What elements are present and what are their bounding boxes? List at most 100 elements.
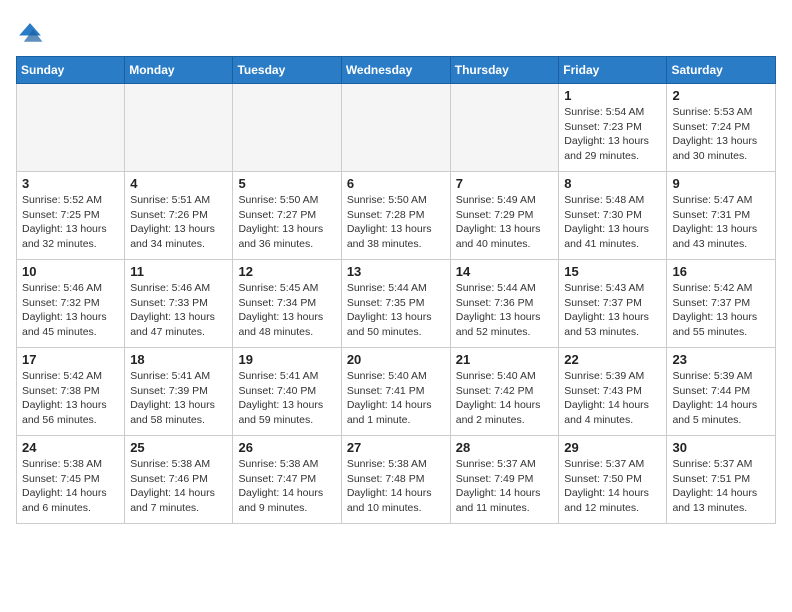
day-number: 26 bbox=[238, 440, 335, 455]
calendar-table: SundayMondayTuesdayWednesdayThursdayFrid… bbox=[16, 56, 776, 524]
calendar-cell: 25 Sunrise: 5:38 AM Sunset: 7:46 PM Dayli… bbox=[125, 436, 233, 524]
day-info: Sunrise: 5:46 AM Sunset: 7:32 PM Dayligh… bbox=[22, 281, 119, 340]
calendar-cell: 23 Sunrise: 5:39 AM Sunset: 7:44 PM Dayli… bbox=[667, 348, 776, 436]
calendar-cell: 5Sunrise: 5:50 AM Sunset: 7:27 PM Daylig… bbox=[233, 172, 341, 260]
day-number: 14 bbox=[456, 264, 554, 279]
calendar-cell: 26 Sunrise: 5:38 AM Sunset: 7:47 PM Dayli… bbox=[233, 436, 341, 524]
calendar-cell: 19 Sunrise: 5:41 AM Sunset: 7:40 PM Dayli… bbox=[233, 348, 341, 436]
logo-icon bbox=[16, 20, 44, 48]
day-info: Sunrise: 5:53 AM Sunset: 7:24 PM Dayligh… bbox=[672, 105, 770, 164]
weekday-header-saturday: Saturday bbox=[667, 57, 776, 84]
day-number: 10 bbox=[22, 264, 119, 279]
calendar-cell: 28 Sunrise: 5:37 AM Sunset: 7:49 PM Dayli… bbox=[450, 436, 559, 524]
calendar-cell: 22 Sunrise: 5:39 AM Sunset: 7:43 PM Dayli… bbox=[559, 348, 667, 436]
calendar-week-2: 10 Sunrise: 5:46 AM Sunset: 7:32 PM Dayli… bbox=[17, 260, 776, 348]
day-info: Sunrise: 5:38 AM Sunset: 7:47 PM Dayligh… bbox=[238, 457, 335, 516]
day-number: 23 bbox=[672, 352, 770, 367]
weekday-header-wednesday: Wednesday bbox=[341, 57, 450, 84]
day-number: 2 bbox=[672, 88, 770, 103]
calendar-header-row: SundayMondayTuesdayWednesdayThursdayFrid… bbox=[17, 57, 776, 84]
calendar-cell: 10 Sunrise: 5:46 AM Sunset: 7:32 PM Dayli… bbox=[17, 260, 125, 348]
calendar-cell: 13 Sunrise: 5:44 AM Sunset: 7:35 PM Dayli… bbox=[341, 260, 450, 348]
calendar-cell: 21Sunrise: 5:40 AM Sunset: 7:42 PM Dayli… bbox=[450, 348, 559, 436]
day-info: Sunrise: 5:39 AM Sunset: 7:44 PM Dayligh… bbox=[672, 369, 770, 428]
day-info: Sunrise: 5:51 AM Sunset: 7:26 PM Dayligh… bbox=[130, 193, 227, 252]
day-number: 15 bbox=[564, 264, 661, 279]
day-info: Sunrise: 5:44 AM Sunset: 7:36 PM Dayligh… bbox=[456, 281, 554, 340]
calendar-cell: 14 Sunrise: 5:44 AM Sunset: 7:36 PM Dayli… bbox=[450, 260, 559, 348]
day-info: Sunrise: 5:43 AM Sunset: 7:37 PM Dayligh… bbox=[564, 281, 661, 340]
day-info: Sunrise: 5:41 AM Sunset: 7:40 PM Dayligh… bbox=[238, 369, 335, 428]
calendar-week-0: 1 Sunrise: 5:54 AM Sunset: 7:23 PM Daylig… bbox=[17, 84, 776, 172]
day-number: 1 bbox=[564, 88, 661, 103]
day-number: 4 bbox=[130, 176, 227, 191]
calendar-body: 1 Sunrise: 5:54 AM Sunset: 7:23 PM Daylig… bbox=[17, 84, 776, 524]
calendar-cell: 18 Sunrise: 5:41 AM Sunset: 7:39 PM Dayli… bbox=[125, 348, 233, 436]
day-info: Sunrise: 5:54 AM Sunset: 7:23 PM Dayligh… bbox=[564, 105, 661, 164]
calendar-cell: 3 Sunrise: 5:52 AM Sunset: 7:25 PM Daylig… bbox=[17, 172, 125, 260]
day-number: 5 bbox=[238, 176, 335, 191]
day-info: Sunrise: 5:48 AM Sunset: 7:30 PM Dayligh… bbox=[564, 193, 661, 252]
day-number: 19 bbox=[238, 352, 335, 367]
calendar-week-4: 24 Sunrise: 5:38 AM Sunset: 7:45 PM Dayli… bbox=[17, 436, 776, 524]
calendar-cell: 27 Sunrise: 5:38 AM Sunset: 7:48 PM Dayli… bbox=[341, 436, 450, 524]
day-info: Sunrise: 5:44 AM Sunset: 7:35 PM Dayligh… bbox=[347, 281, 445, 340]
day-number: 27 bbox=[347, 440, 445, 455]
calendar-cell: 9 Sunrise: 5:47 AM Sunset: 7:31 PM Daylig… bbox=[667, 172, 776, 260]
day-info: Sunrise: 5:49 AM Sunset: 7:29 PM Dayligh… bbox=[456, 193, 554, 252]
weekday-header-monday: Monday bbox=[125, 57, 233, 84]
day-info: Sunrise: 5:37 AM Sunset: 7:50 PM Dayligh… bbox=[564, 457, 661, 516]
calendar-cell: 30 Sunrise: 5:37 AM Sunset: 7:51 PM Dayli… bbox=[667, 436, 776, 524]
day-info: Sunrise: 5:37 AM Sunset: 7:51 PM Dayligh… bbox=[672, 457, 770, 516]
calendar-cell bbox=[17, 84, 125, 172]
day-info: Sunrise: 5:47 AM Sunset: 7:31 PM Dayligh… bbox=[672, 193, 770, 252]
day-info: Sunrise: 5:38 AM Sunset: 7:48 PM Dayligh… bbox=[347, 457, 445, 516]
day-number: 9 bbox=[672, 176, 770, 191]
calendar-cell: 8 Sunrise: 5:48 AM Sunset: 7:30 PM Daylig… bbox=[559, 172, 667, 260]
day-number: 7 bbox=[456, 176, 554, 191]
day-info: Sunrise: 5:50 AM Sunset: 7:28 PM Dayligh… bbox=[347, 193, 445, 252]
calendar-cell: 24 Sunrise: 5:38 AM Sunset: 7:45 PM Dayli… bbox=[17, 436, 125, 524]
day-number: 8 bbox=[564, 176, 661, 191]
logo bbox=[16, 20, 48, 48]
day-number: 25 bbox=[130, 440, 227, 455]
day-number: 22 bbox=[564, 352, 661, 367]
weekday-header-friday: Friday bbox=[559, 57, 667, 84]
day-number: 3 bbox=[22, 176, 119, 191]
calendar-cell bbox=[450, 84, 559, 172]
day-number: 30 bbox=[672, 440, 770, 455]
calendar-cell: 6Sunrise: 5:50 AM Sunset: 7:28 PM Daylig… bbox=[341, 172, 450, 260]
day-info: Sunrise: 5:39 AM Sunset: 7:43 PM Dayligh… bbox=[564, 369, 661, 428]
calendar-cell bbox=[233, 84, 341, 172]
day-info: Sunrise: 5:37 AM Sunset: 7:49 PM Dayligh… bbox=[456, 457, 554, 516]
day-info: Sunrise: 5:41 AM Sunset: 7:39 PM Dayligh… bbox=[130, 369, 227, 428]
day-info: Sunrise: 5:42 AM Sunset: 7:37 PM Dayligh… bbox=[672, 281, 770, 340]
calendar-cell: 16 Sunrise: 5:42 AM Sunset: 7:37 PM Dayli… bbox=[667, 260, 776, 348]
day-number: 28 bbox=[456, 440, 554, 455]
calendar-cell: 1 Sunrise: 5:54 AM Sunset: 7:23 PM Daylig… bbox=[559, 84, 667, 172]
page-header bbox=[16, 16, 776, 48]
calendar-cell bbox=[341, 84, 450, 172]
day-info: Sunrise: 5:38 AM Sunset: 7:45 PM Dayligh… bbox=[22, 457, 119, 516]
calendar-week-1: 3 Sunrise: 5:52 AM Sunset: 7:25 PM Daylig… bbox=[17, 172, 776, 260]
calendar-cell bbox=[125, 84, 233, 172]
day-number: 16 bbox=[672, 264, 770, 279]
day-info: Sunrise: 5:46 AM Sunset: 7:33 PM Dayligh… bbox=[130, 281, 227, 340]
day-number: 18 bbox=[130, 352, 227, 367]
day-info: Sunrise: 5:38 AM Sunset: 7:46 PM Dayligh… bbox=[130, 457, 227, 516]
calendar-cell: 20Sunrise: 5:40 AM Sunset: 7:41 PM Dayli… bbox=[341, 348, 450, 436]
day-number: 24 bbox=[22, 440, 119, 455]
day-number: 20 bbox=[347, 352, 445, 367]
weekday-header-tuesday: Tuesday bbox=[233, 57, 341, 84]
calendar-cell: 12Sunrise: 5:45 AM Sunset: 7:34 PM Dayli… bbox=[233, 260, 341, 348]
day-info: Sunrise: 5:52 AM Sunset: 7:25 PM Dayligh… bbox=[22, 193, 119, 252]
day-info: Sunrise: 5:40 AM Sunset: 7:42 PM Dayligh… bbox=[456, 369, 554, 428]
calendar-cell: 29Sunrise: 5:37 AM Sunset: 7:50 PM Dayli… bbox=[559, 436, 667, 524]
calendar-cell: 7 Sunrise: 5:49 AM Sunset: 7:29 PM Daylig… bbox=[450, 172, 559, 260]
day-info: Sunrise: 5:42 AM Sunset: 7:38 PM Dayligh… bbox=[22, 369, 119, 428]
weekday-header-sunday: Sunday bbox=[17, 57, 125, 84]
calendar-cell: 15 Sunrise: 5:43 AM Sunset: 7:37 PM Dayli… bbox=[559, 260, 667, 348]
calendar-week-3: 17Sunrise: 5:42 AM Sunset: 7:38 PM Dayli… bbox=[17, 348, 776, 436]
day-info: Sunrise: 5:45 AM Sunset: 7:34 PM Dayligh… bbox=[238, 281, 335, 340]
day-number: 13 bbox=[347, 264, 445, 279]
